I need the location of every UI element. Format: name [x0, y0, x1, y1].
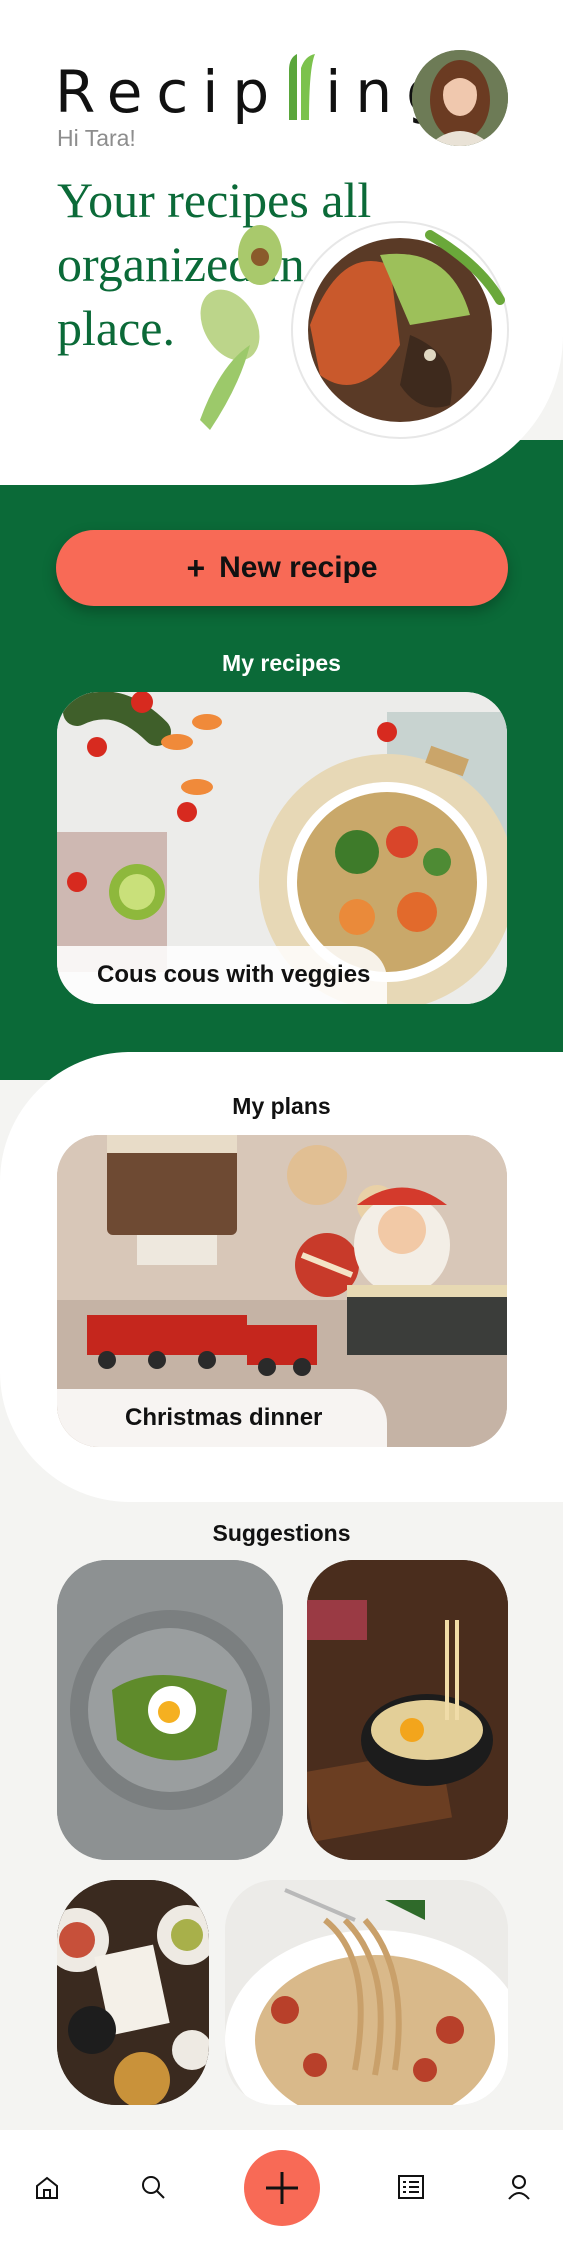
new-recipe-button[interactable]: + New recipe — [56, 530, 508, 606]
suggestions-title: Suggestions — [212, 1520, 351, 1546]
suggestion-card[interactable] — [307, 1560, 508, 1860]
sprout-icon — [279, 54, 319, 120]
add-button[interactable] — [244, 2150, 320, 2226]
app-screen: Recip ing Hi Tara! Your recipes all orga… — [0, 0, 563, 2243]
new-recipe-label: New recipe — [219, 551, 378, 584]
plus-icon: + — [186, 549, 206, 586]
logo-text-left: Recip — [55, 58, 284, 126]
suggestion-card[interactable] — [225, 1880, 508, 2105]
list-icon[interactable] — [396, 2172, 426, 2202]
hero-food-image — [200, 205, 510, 455]
avocado-toast-image — [57, 1560, 283, 1860]
bottom-nav — [0, 2130, 563, 2243]
header: Recip ing Hi Tara! Your recipes all orga… — [0, 0, 563, 485]
my-recipes-title: My recipes — [222, 650, 341, 676]
app-logo: Recip ing — [55, 46, 457, 126]
suggestion-card[interactable] — [57, 1880, 209, 2105]
recipe-caption: Cous cous with veggies — [57, 946, 387, 1004]
table-spread-image — [57, 1880, 209, 2105]
plan-caption: Christmas dinner — [57, 1389, 387, 1447]
plan-card[interactable]: Christmas dinner — [57, 1135, 507, 1447]
my-plans-title: My plans — [232, 1093, 331, 1119]
suggestion-card[interactable] — [57, 1560, 283, 1860]
recipe-card[interactable]: Cous cous with veggies — [57, 692, 507, 1004]
search-icon[interactable] — [138, 2172, 168, 2202]
add-icon — [266, 2172, 298, 2204]
spaghetti-image — [225, 1880, 508, 2105]
profile-icon[interactable] — [504, 2172, 534, 2202]
carbonara-image — [307, 1560, 508, 1860]
avatar[interactable] — [412, 50, 508, 146]
home-icon[interactable] — [32, 2172, 62, 2202]
greeting-text: Hi Tara! — [57, 125, 136, 151]
